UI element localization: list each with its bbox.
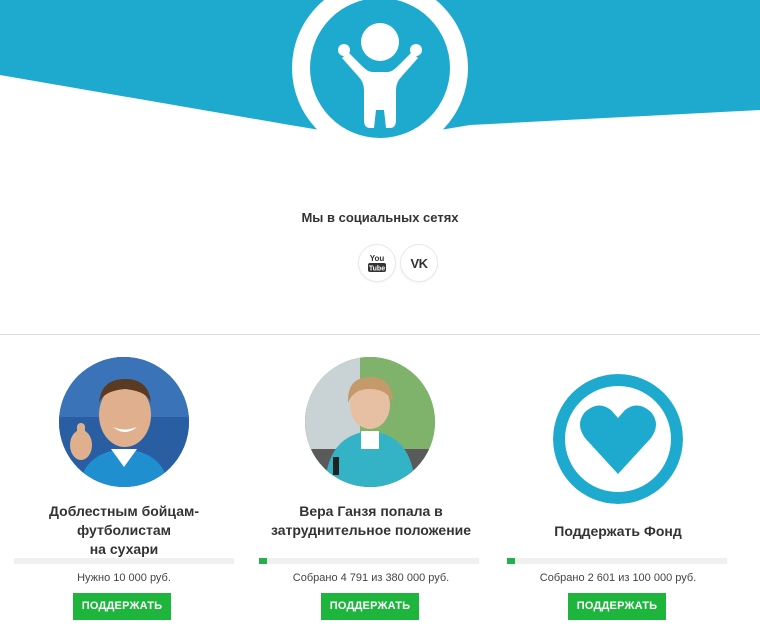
youtube-icon: You Tube bbox=[368, 254, 386, 273]
progress-fill bbox=[507, 558, 515, 564]
campaign-card: Доблестным бойцам-футболистам на сухари … bbox=[4, 355, 244, 625]
woman-photo bbox=[305, 357, 435, 487]
support-button[interactable]: ПОДДЕРЖАТЬ bbox=[568, 593, 666, 620]
support-button[interactable]: ПОДДЕРЖАТЬ bbox=[321, 593, 419, 620]
progress-bar bbox=[14, 558, 234, 564]
section-divider bbox=[0, 334, 760, 335]
progress-bar bbox=[259, 558, 479, 564]
campaign-title-line-1: Вера Ганзя попала в bbox=[299, 503, 443, 519]
heart-icon bbox=[553, 374, 683, 504]
amount-text: Собрано 2 601 из 100 000 руб. bbox=[539, 572, 697, 584]
support-button[interactable]: ПОДДЕРЖАТЬ bbox=[73, 593, 171, 620]
campaign-photo[interactable] bbox=[305, 357, 435, 487]
campaign-card: Вера Ганзя попала в затруднительное поло… bbox=[251, 355, 491, 625]
youtube-label-bottom: Tube bbox=[369, 266, 385, 273]
amount-text: Нужно 10 000 руб. bbox=[77, 572, 171, 584]
vk-button[interactable]: VK bbox=[400, 244, 438, 282]
child-figure-icon bbox=[338, 23, 422, 128]
campaign-title-line-2: затруднительное положение bbox=[270, 522, 472, 538]
youtube-button[interactable]: You Tube bbox=[358, 244, 396, 282]
campaign-photo[interactable] bbox=[59, 357, 189, 487]
footballer-photo bbox=[59, 357, 189, 487]
campaign-title-line-2: на сухари bbox=[89, 541, 159, 557]
social-title: Мы в социальных сетях bbox=[301, 210, 459, 225]
campaign-card: Поддержать Фонд Собрано 2 601 из 100 000… bbox=[498, 355, 738, 625]
vk-icon: VK bbox=[410, 255, 428, 271]
logo-badge bbox=[310, 0, 450, 138]
youtube-label-top: You bbox=[370, 254, 385, 263]
campaign-title[interactable]: Доблестным бойцам-футболистам на сухари bbox=[4, 502, 244, 559]
amount-text: Собрано 4 791 из 380 000 руб. bbox=[292, 572, 450, 584]
campaign-title[interactable]: Вера Ганзя попала в затруднительное поло… bbox=[251, 502, 491, 540]
progress-bar bbox=[507, 558, 727, 564]
campaign-title-line-1: Доблестным бойцам-футболистам bbox=[49, 503, 199, 538]
progress-fill bbox=[259, 558, 267, 564]
campaign-photo[interactable] bbox=[553, 374, 683, 504]
campaign-title[interactable]: Поддержать Фонд bbox=[498, 522, 738, 541]
campaign-title-line-1: Поддержать Фонд bbox=[554, 523, 682, 539]
